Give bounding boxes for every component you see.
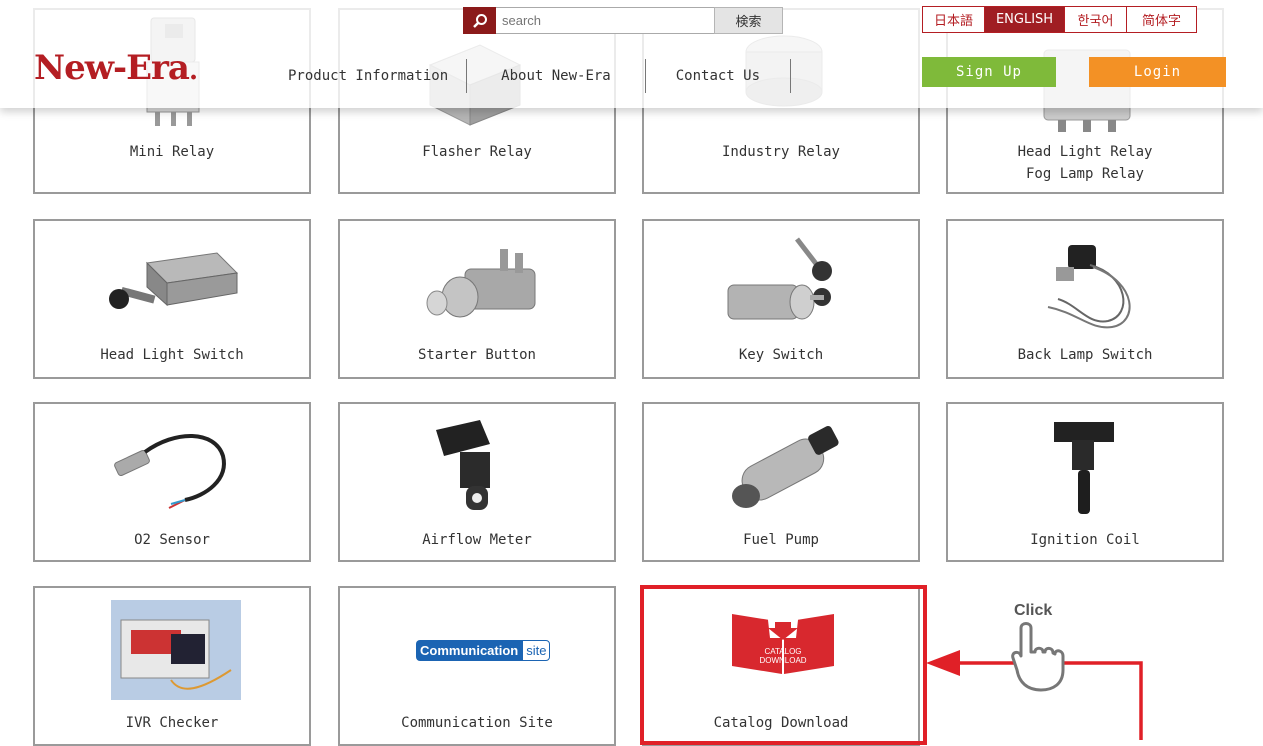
product-card-airflow-meter[interactable]: Airflow Meter xyxy=(338,402,616,562)
lang-korean[interactable]: 한국어 xyxy=(1064,6,1127,33)
search-submit-button[interactable]: 検索 xyxy=(714,7,783,34)
search-input[interactable] xyxy=(496,7,718,34)
language-selector: 日本語 ENGLISH 한국어 简体字 xyxy=(922,6,1197,33)
product-label-secondary: Fog Lamp Relay xyxy=(1025,166,1144,182)
key-icon xyxy=(727,237,832,320)
coil-icon xyxy=(1054,422,1114,514)
product-label: Starter Button xyxy=(417,347,536,363)
product-label: Ignition Coil xyxy=(1030,532,1140,548)
airflow-icon xyxy=(436,420,490,510)
product-card-fuel-pump[interactable]: Fuel Pump xyxy=(642,402,920,562)
product-card-starter-button[interactable]: Starter Button xyxy=(338,219,616,379)
highlight-box xyxy=(640,585,927,745)
search-icon xyxy=(472,13,487,28)
sign-up-button[interactable]: Sign Up xyxy=(922,57,1056,87)
nav-contact[interactable]: Contact Us xyxy=(646,68,790,84)
product-card-ignition-coil[interactable]: Ignition Coil xyxy=(946,402,1224,562)
product-label: O2 Sensor xyxy=(134,532,210,548)
lang-japanese[interactable]: 日本語 xyxy=(922,6,985,33)
product-card-ivr-checker[interactable]: IVR Checker xyxy=(33,586,311,746)
communication-icon: Communication site xyxy=(416,640,551,661)
checker-icon xyxy=(111,600,241,700)
hand-pointer-icon xyxy=(1011,622,1065,692)
product-label: Head Light Relay xyxy=(1017,144,1153,160)
product-card-o2-sensor[interactable]: O2 Sensor xyxy=(33,402,311,562)
search-bar xyxy=(463,7,718,34)
product-label: Mini Relay xyxy=(129,144,215,160)
o2-sensor-icon xyxy=(114,434,226,509)
search-icon-button[interactable] xyxy=(463,7,496,34)
product-card-key-switch[interactable]: Key Switch xyxy=(642,219,920,379)
product-label: Flasher Relay xyxy=(422,144,532,160)
main-nav: Product Information About New-Era Contac… xyxy=(270,58,792,94)
lang-chinese[interactable]: 简体字 xyxy=(1126,6,1197,33)
click-label: Click xyxy=(1014,602,1053,619)
site-logo[interactable]: New-Era. xyxy=(34,48,198,88)
nav-divider xyxy=(790,59,792,93)
sensor-switch-icon xyxy=(1047,245,1131,329)
site-header: New-Era. 検索 Product Information About Ne… xyxy=(0,0,1263,108)
pump-icon xyxy=(732,426,839,508)
product-card-back-lamp-switch[interactable]: Back Lamp Switch xyxy=(946,219,1224,379)
product-label: Airflow Meter xyxy=(422,532,532,548)
lang-english[interactable]: ENGLISH xyxy=(984,6,1065,33)
nav-about[interactable]: About New-Era xyxy=(467,68,645,84)
product-label: Fuel Pump xyxy=(743,532,819,548)
product-card-head-light-switch[interactable]: Head Light Switch xyxy=(33,219,311,379)
nav-product-information[interactable]: Product Information xyxy=(270,68,466,84)
login-button[interactable]: Login xyxy=(1089,57,1226,87)
product-card-communication-site[interactable]: Communication site Communication Site xyxy=(338,586,616,746)
product-label: Industry Relay xyxy=(721,144,840,160)
button-icon xyxy=(426,249,536,318)
product-label: IVR Checker xyxy=(125,715,219,731)
switch-icon xyxy=(109,252,239,309)
product-label: Head Light Switch xyxy=(100,347,244,363)
product-label: Communication Site xyxy=(401,715,553,731)
product-label: Back Lamp Switch xyxy=(1017,347,1153,363)
product-label: Key Switch xyxy=(738,347,824,363)
